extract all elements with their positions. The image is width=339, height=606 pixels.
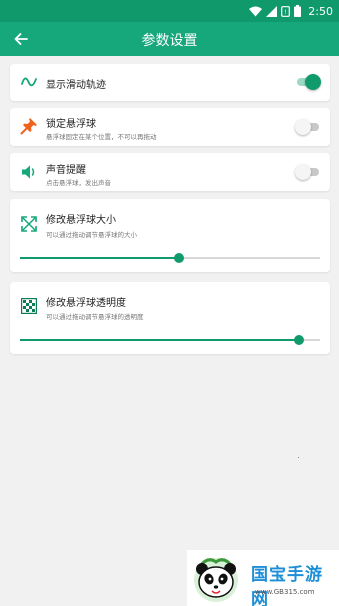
watermark-url: www.GB315.com (255, 588, 315, 596)
size-slider[interactable] (20, 252, 320, 264)
expand-icon (19, 214, 39, 234)
setting-lock-desc: 悬浮球固定在某个位置，不可以再拖动 (46, 133, 157, 141)
slider-knob[interactable] (174, 253, 184, 263)
checker-icon (19, 296, 39, 316)
setting-track-card[interactable]: 显示滑动轨迹 (10, 64, 330, 101)
sound-toggle[interactable] (295, 164, 320, 180)
opacity-slider[interactable] (20, 334, 320, 346)
wave-icon (19, 72, 39, 92)
status-bar: ! 2:50 (0, 0, 339, 22)
speaker-icon (19, 162, 39, 182)
setting-track-title: 显示滑动轨迹 (46, 80, 106, 91)
slider-fill (20, 339, 299, 341)
app-bar: 参数设置 (0, 22, 339, 56)
toggle-thumb (295, 119, 311, 135)
status-icons: ! 2:50 (249, 3, 333, 19)
status-time: 2:50 (308, 4, 333, 18)
battery-icon (294, 5, 302, 17)
watermark-name: 国宝手游网 (251, 565, 323, 606)
track-toggle[interactable] (296, 74, 321, 90)
setting-size-desc: 可以通过拖动调节悬浮球的大小 (46, 231, 137, 239)
stray-dot (298, 457, 299, 458)
toggle-thumb (295, 164, 311, 180)
setting-sound-title: 声音提醒 (46, 165, 86, 176)
page-title: 参数设置 (141, 33, 198, 49)
sim-icon: ! (281, 5, 291, 17)
setting-opacity-title: 修改悬浮球透明度 (46, 298, 126, 309)
toggle-thumb (305, 74, 321, 90)
svg-text:!: ! (285, 9, 287, 16)
setting-lock-card[interactable]: 锁定悬浮球 悬浮球固定在某个位置，不可以再拖动 (10, 108, 330, 146)
setting-size-title: 修改悬浮球大小 (46, 215, 116, 226)
setting-lock-title: 锁定悬浮球 (46, 119, 96, 130)
setting-opacity-card: 修改悬浮球透明度 可以通过拖动调节悬浮球的透明度 (10, 282, 330, 354)
wifi-icon (249, 6, 263, 16)
slider-knob[interactable] (294, 335, 304, 345)
slider-fill (20, 257, 179, 259)
setting-sound-card[interactable]: 声音提醒 点击悬浮球，发出声音 (10, 153, 330, 191)
pin-icon (19, 116, 39, 136)
panda-logo-icon (194, 558, 238, 602)
setting-sound-desc: 点击悬浮球，发出声音 (46, 179, 111, 187)
lock-toggle[interactable] (295, 119, 320, 135)
setting-size-card: 修改悬浮球大小 可以通过拖动调节悬浮球的大小 (10, 199, 330, 272)
setting-opacity-desc: 可以通过拖动调节悬浮球的透明度 (46, 313, 144, 321)
signal-icon (266, 5, 278, 17)
watermark: 国宝手游网 www.GB315.com (187, 550, 339, 606)
